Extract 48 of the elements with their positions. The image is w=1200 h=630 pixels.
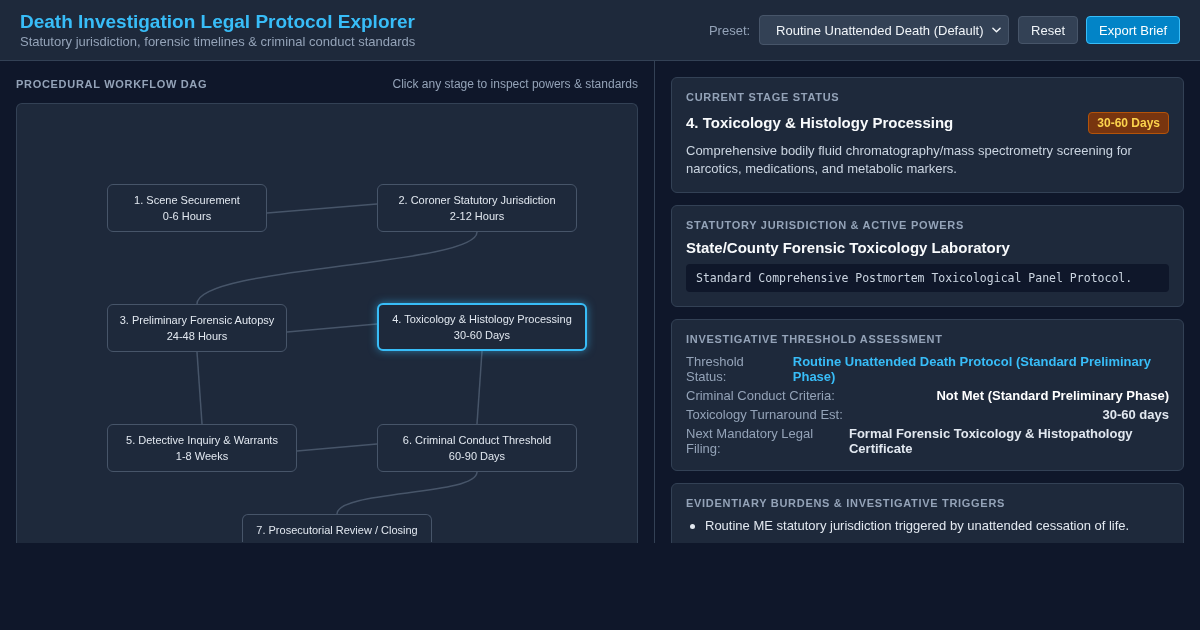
bullet-icon [690,523,695,529]
hint-text: Click any stage to inspect powers & standards [392,77,638,91]
authority-name: State/County Forensic Toxicology Laboratory [686,238,1011,258]
stage-node[interactable]: 2. Coroner Statutory Jurisdiction 2-12 Hours [377,184,577,232]
field-label: Next Mandatory Legal Filing: [686,426,815,456]
stage-node[interactable]: 4. Toxicology & Histology Processing 30-60 Days [377,303,587,351]
stage-duration: 30-60 Days [452,328,512,343]
stage-duration: 60-90 Days [447,449,507,464]
preset-dropdown[interactable]: Routine Unattended Death (Default) [759,15,1010,45]
field-label: Toxicology Turnaround Est: [686,407,843,422]
stage-node[interactable]: 3. Preliminary Forensic Autopsy 24-48 Hours [107,304,287,352]
card-heading: CURRENT STAGE STATUS [686,91,841,104]
stage-label: 4. Toxicology & Histology Processing [391,312,573,327]
field-value: Not Met (Standard Preliminary Phase) [936,388,1169,403]
stage-label: 2. Coroner Statutory Jurisdiction [397,193,557,208]
stage-duration: 2-12 Hours [448,209,506,224]
stage-duration: 24-48 Hours [165,329,229,344]
card-heading: INVESTIGATIVE THRESHOLD ASSESSMENT [686,333,944,346]
export-button[interactable]: Export Brief [1086,16,1180,44]
app-title: Death Investigation Legal Protocol Explorer [20,10,416,33]
stage-title: 4. Toxicology & Histology Processing [686,113,954,133]
stage-label: 5. Detective Inquiry & Warrants [125,433,279,448]
stage-label: 1. Scene Securement [133,193,241,208]
stage-node[interactable]: 1. Scene Securement 0-6 Hours [107,184,267,232]
field-value: 30-60 days [1102,407,1169,422]
stage-label: 3. Preliminary Forensic Autopsy [118,313,276,328]
section-heading: PROCEDURAL WORKFLOW DAG [16,77,208,91]
stage-label: 6. Criminal Conduct Threshold [401,433,553,448]
card-heading: EVIDENTIARY BURDENS & INVESTIGATIVE TRIGGERS [686,497,1007,510]
trigger-text: Routine ME statutory jurisdiction triggered by unattended cessation of life. [705,518,1130,534]
field-value: Formal Forensic Toxicology & Histopathology Certificate [848,426,1134,456]
stage-duration: 1-8 Weeks [174,449,230,464]
stage-description: Comprehensive bodily fluid chromatography/mass spectrometry screening for narcotics, medications, and metabolic markers. [686,142,1133,178]
field-label: Threshold Status: [686,354,745,384]
app-subtitle: Statutory jurisdiction, forensic timelines & criminal conduct standards [20,33,416,50]
card-heading: STATUTORY JURISDICTION & ACTIVE POWERS [686,219,965,232]
reset-button[interactable]: Reset [1018,16,1079,44]
preset-label: Preset: [708,22,751,38]
protocol-code: Standard Comprehensive Postmortem Toxicological Panel Protocol. [686,264,1169,292]
stage-node[interactable]: 7. Prosecutorial Review / Closing [242,514,432,542]
stage-duration: 0-6 Hours [161,209,213,224]
stage-node[interactable]: 5. Detective Inquiry & Warrants 1-8 Weeks [107,424,297,472]
field-value: Routine Unattended Death Protocol (Standard Preliminary Phase) [792,354,1153,384]
duration-badge: 30-60 Days [1088,112,1169,134]
chevron-icon [992,27,1002,33]
stage-node[interactable]: 6. Criminal Conduct Threshold 60-90 Days [377,424,577,472]
stage-label: 7. Prosecutorial Review / Closing [255,523,419,538]
field-label: Criminal Conduct Criteria: [686,388,835,403]
